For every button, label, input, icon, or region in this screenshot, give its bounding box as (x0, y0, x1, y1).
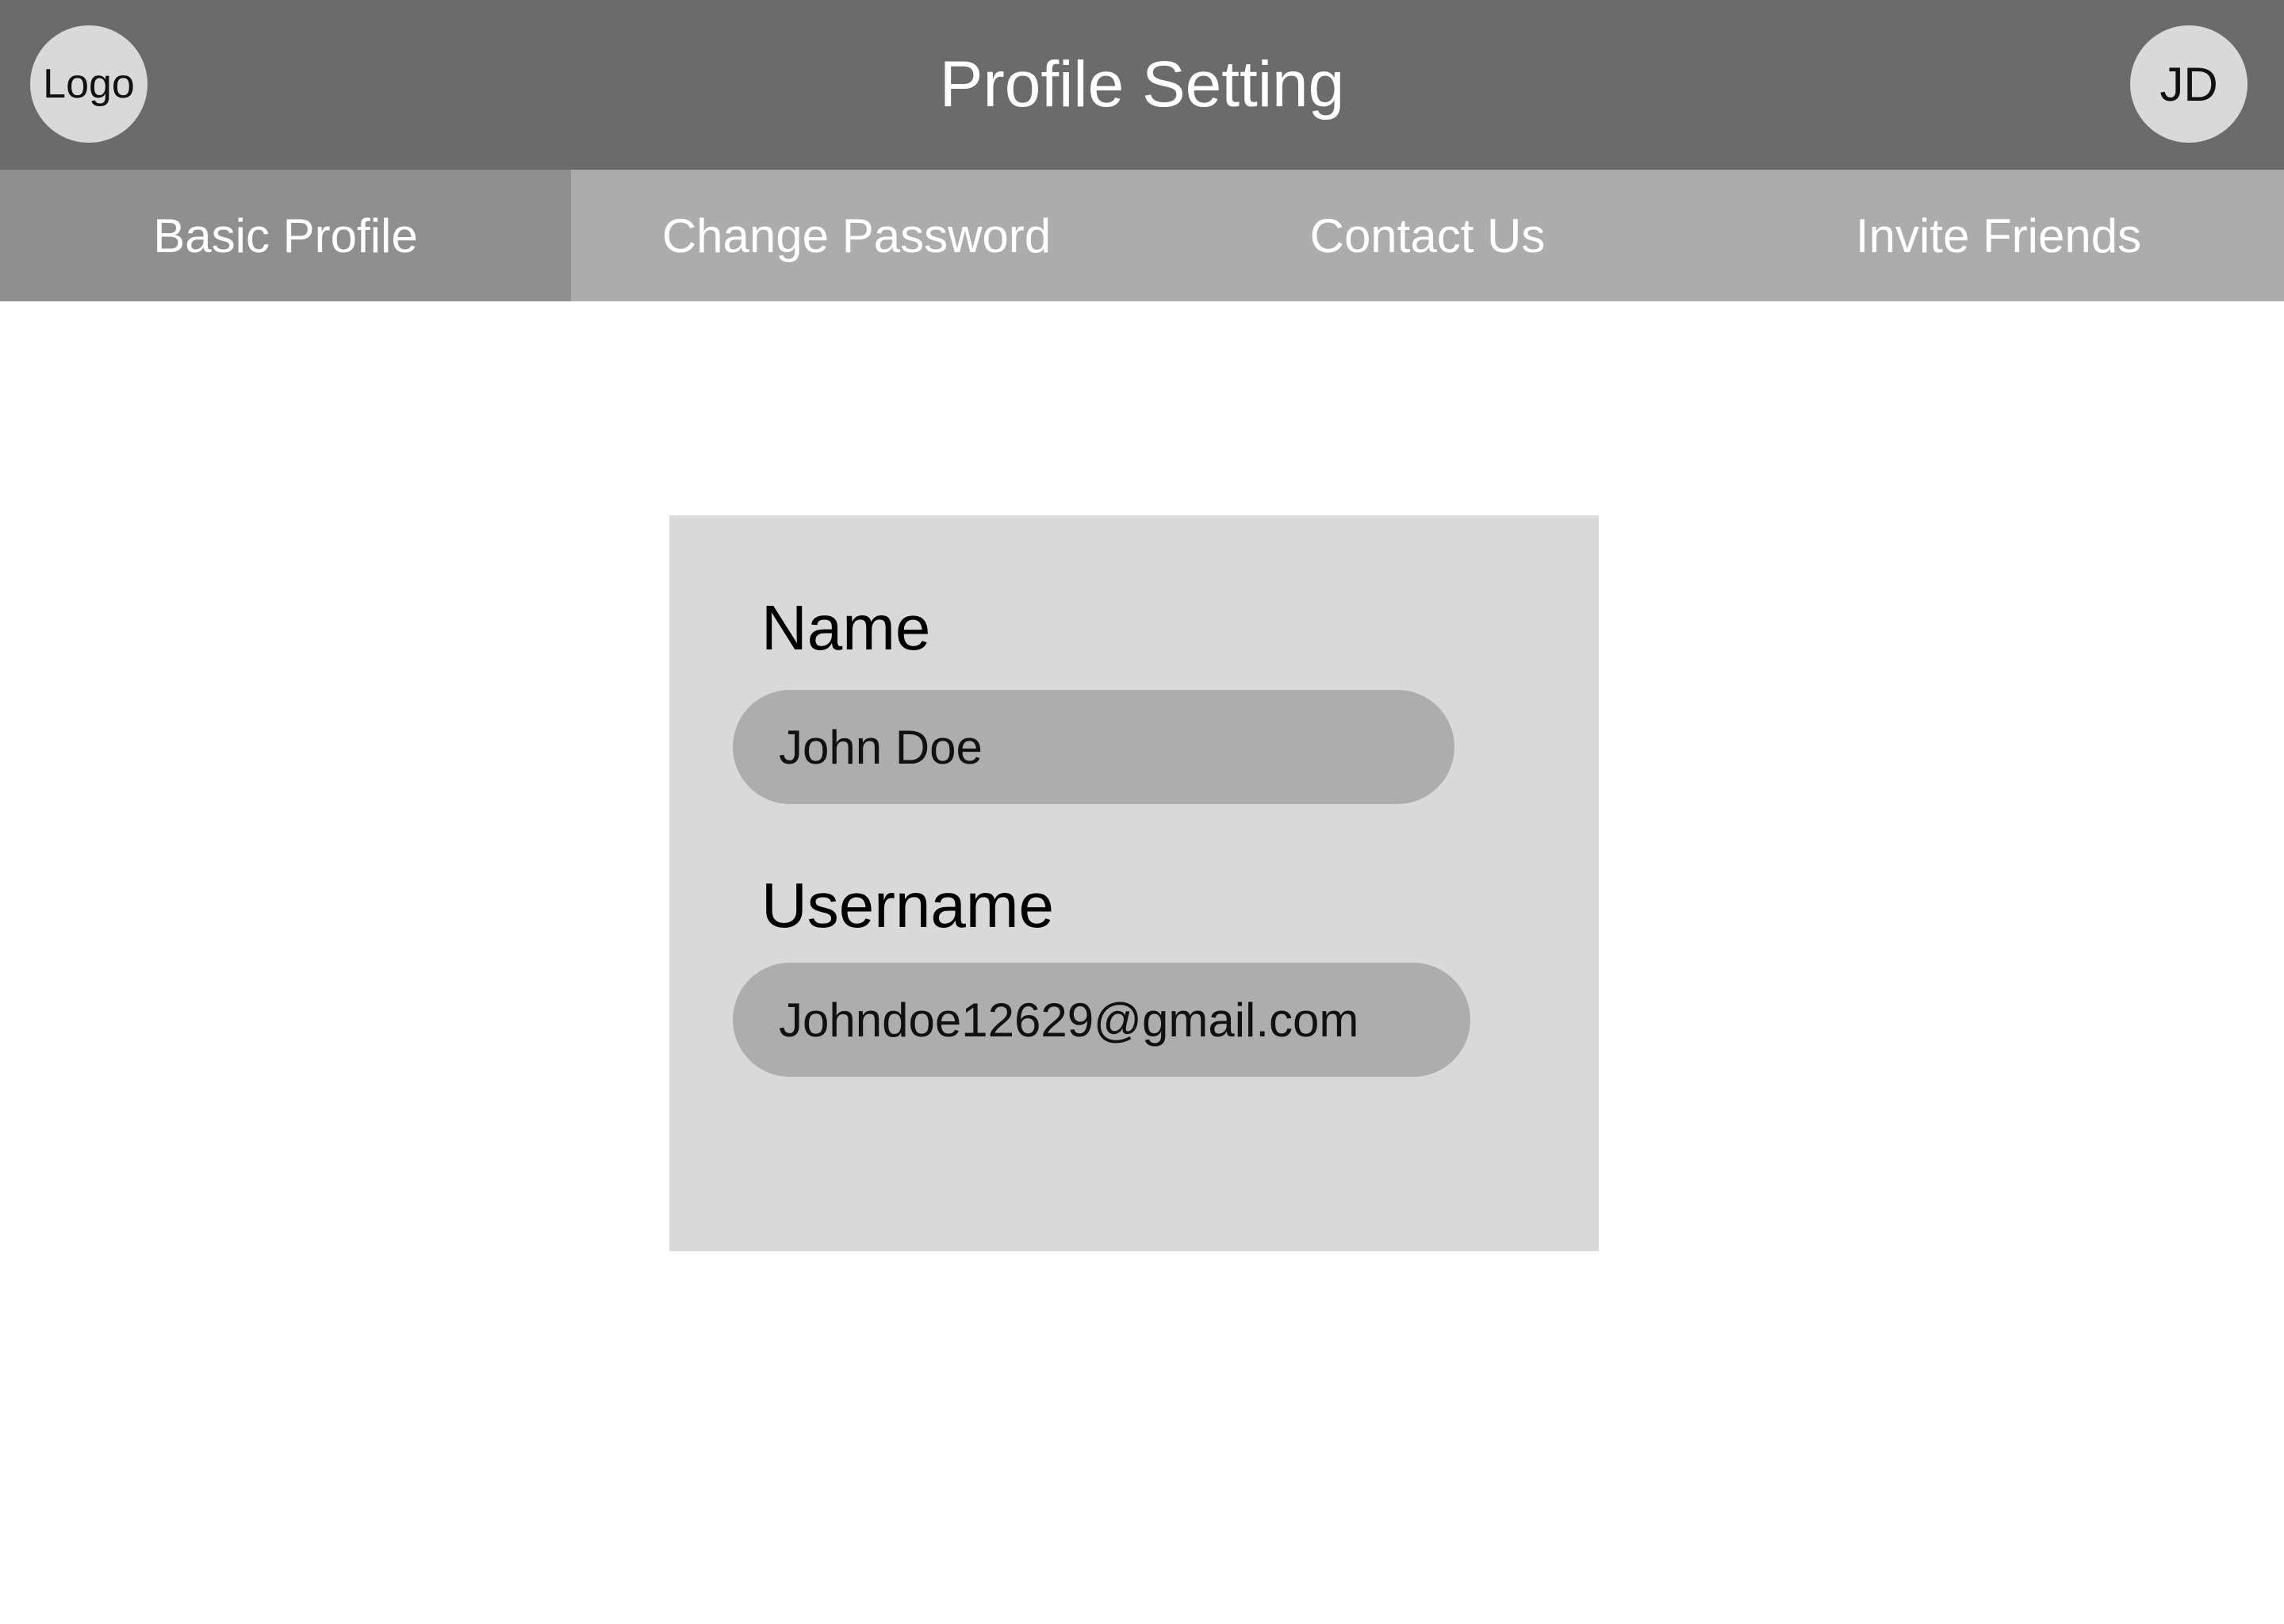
tab-change-password[interactable]: Change Password (571, 170, 1142, 301)
tab-label: Basic Profile (153, 209, 418, 262)
name-field[interactable] (733, 690, 1454, 804)
profile-form-card: Name Username (669, 515, 1599, 1251)
username-label: Username (761, 870, 1055, 940)
page-title: Profile Setting (939, 48, 1345, 121)
name-label: Name (761, 592, 931, 663)
tab-invite-friends[interactable]: Invite Friends (1713, 170, 2284, 301)
username-field[interactable] (733, 963, 1470, 1077)
tab-bar: Basic Profile Change Password Contact Us… (0, 170, 2284, 301)
tab-label: Change Password (661, 209, 1052, 262)
avatar-initials: JD (2159, 57, 2218, 111)
avatar[interactable]: JD (2130, 25, 2248, 143)
tab-basic-profile[interactable]: Basic Profile (0, 170, 571, 301)
tab-contact-us[interactable]: Contact Us (1142, 170, 1713, 301)
tab-label: Contact Us (1309, 209, 1546, 262)
logo-label: Logo (43, 61, 135, 107)
tab-label: Invite Friends (1855, 209, 2142, 262)
header-bar: Logo Profile Setting JD (0, 0, 2284, 170)
logo[interactable]: Logo (30, 25, 148, 143)
